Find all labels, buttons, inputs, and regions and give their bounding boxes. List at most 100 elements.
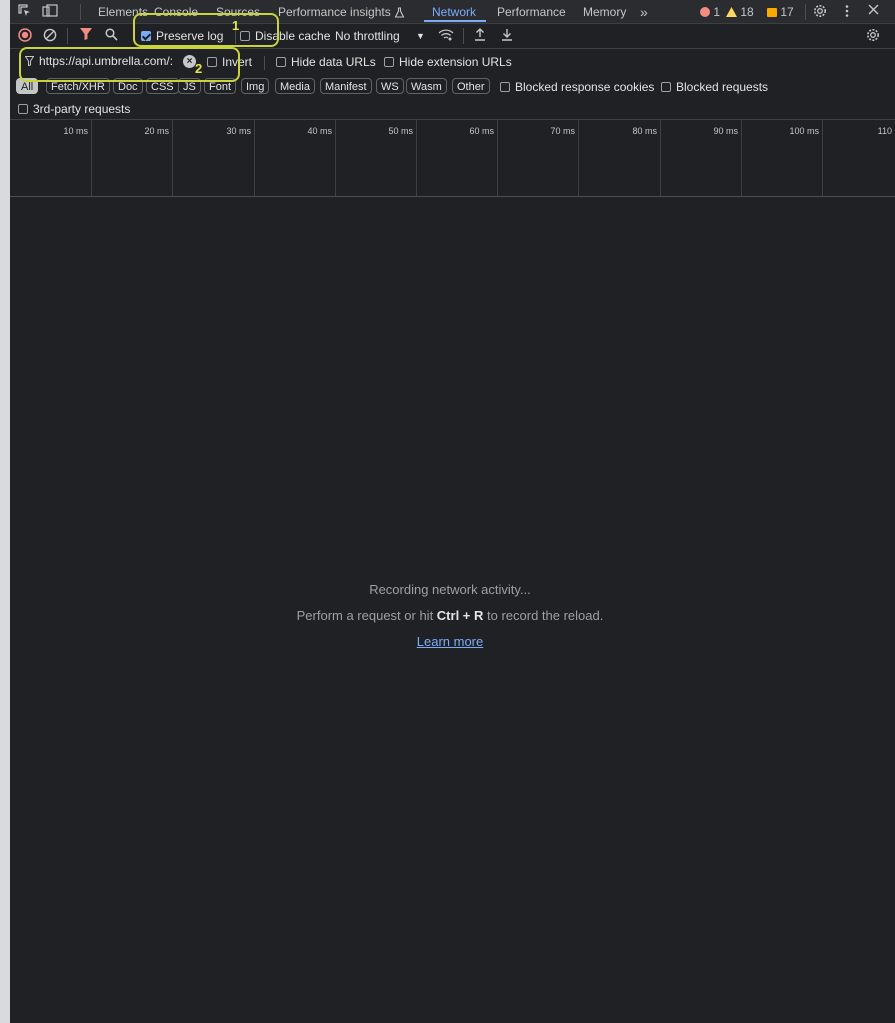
timeline-gridline (741, 120, 742, 196)
timeline-gridline (660, 120, 661, 196)
third-party-row: 3rd-party requests (10, 99, 895, 120)
tab-console[interactable]: Console (154, 4, 198, 20)
error-count: 1 (713, 5, 721, 19)
invert-checkbox[interactable]: Invert (207, 54, 252, 70)
type-chip-media[interactable]: Media (275, 78, 315, 94)
type-chip-font[interactable]: Font (204, 78, 237, 94)
disable-cache-checkbox[interactable]: Disable cache (240, 28, 330, 44)
reload-hint-prefix: Perform a request or hit (296, 608, 437, 623)
window-left-edge (0, 0, 10, 1023)
filter-input[interactable]: https://api.umbrella.com/: × (18, 52, 198, 72)
error-counter[interactable]: 1 (700, 4, 720, 20)
hide-extension-urls-label: Hide extension URLs (399, 55, 512, 69)
type-chip-fetch-xhr[interactable]: Fetch/XHR (46, 78, 110, 94)
type-chip-other[interactable]: Other (452, 78, 490, 94)
timeline-gridline (91, 120, 92, 196)
type-chip-ws[interactable]: WS (376, 78, 404, 94)
reload-hint-text: Perform a request or hit Ctrl + R to rec… (10, 606, 890, 626)
blocked-response-cookies-checkbox[interactable]: Blocked response cookies (500, 79, 654, 95)
hide-extension-urls-checkbox[interactable]: Hide extension URLs (384, 54, 512, 70)
network-toolbar: Preserve log Disable cache No throttling… (10, 24, 895, 49)
timeline-gridline (497, 120, 498, 196)
timeline-tick-label: 50 ms (388, 126, 413, 136)
blocked-response-cookies-check-icon (500, 82, 510, 92)
throttling-select[interactable]: No throttling (335, 28, 400, 44)
throttling-value: No throttling (335, 29, 400, 43)
learn-more-link[interactable]: Learn more (10, 632, 890, 652)
record-icon[interactable] (18, 28, 32, 44)
timeline-tick-label: 20 ms (144, 126, 169, 136)
recording-status-text: Recording network activity... (369, 582, 531, 597)
network-conditions-wifi-icon[interactable] (438, 28, 454, 44)
preserve-log-checkbox[interactable]: Preserve log (141, 28, 223, 44)
type-chip-manifest[interactable]: Manifest (320, 78, 372, 94)
tab-performance-insights[interactable]: Performance insights (278, 4, 405, 20)
devtools-panel: Elements Console Sources Performance ins… (10, 0, 895, 1023)
timeline-tick-label: 90 ms (713, 126, 738, 136)
annotation-number-1: 1 (232, 18, 240, 33)
inspect-element-icon[interactable] (18, 4, 32, 20)
warning-icon (726, 7, 737, 17)
filter-row: https://api.umbrella.com/: × Invert Hide… (10, 50, 895, 74)
invert-label: Invert (222, 55, 253, 69)
experiment-flask-icon (394, 7, 405, 18)
network-settings-gear-icon[interactable] (866, 28, 880, 44)
type-chip-all[interactable]: All (16, 78, 39, 94)
third-party-check-icon (18, 104, 28, 114)
blocked-requests-check-icon (661, 82, 671, 92)
timeline-overview[interactable]: 10 ms 20 ms 30 ms 40 ms 50 ms 60 ms 70 ms 80 ms… (10, 120, 895, 197)
warning-counter[interactable]: 18 (726, 4, 754, 20)
hide-data-urls-checkbox[interactable]: Hide data URLs (276, 54, 376, 70)
export-har-download-icon[interactable] (501, 28, 513, 44)
customize-menu-icon[interactable] (845, 4, 849, 20)
type-chip-img[interactable]: Img (241, 78, 270, 94)
invert-check-icon (207, 57, 217, 67)
more-tabs-button[interactable]: » (640, 4, 648, 20)
tab-network[interactable]: Network (432, 4, 476, 20)
disable-cache-label: Disable cache (255, 29, 331, 43)
type-chip-css[interactable]: CSS (146, 78, 179, 94)
tab-performance[interactable]: Performance (497, 4, 566, 20)
timeline-gridline (822, 120, 823, 196)
type-chip-wasm[interactable]: Wasm (406, 78, 447, 94)
settings-gear-icon[interactable] (813, 4, 827, 20)
preserve-log-label: Preserve log (156, 29, 224, 43)
import-har-upload-icon[interactable] (474, 28, 486, 44)
filter-input-value: https://api.umbrella.com/: (39, 54, 174, 68)
blocked-response-cookies-label: Blocked response cookies (515, 80, 655, 94)
clear-icon[interactable] (43, 28, 57, 44)
type-chip-doc[interactable]: Doc (113, 78, 143, 94)
annotation-number-2: 2 (195, 61, 203, 76)
issues-counter[interactable]: 17 (767, 4, 794, 20)
type-chip-js[interactable]: JS (178, 78, 201, 94)
warning-count: 18 (740, 5, 754, 19)
status-separator (805, 4, 806, 20)
issues-count: 17 (780, 5, 794, 19)
tab-elements[interactable]: Elements (98, 4, 148, 20)
blocked-requests-label: Blocked requests (676, 80, 769, 94)
timeline-tick-label: 30 ms (226, 126, 251, 136)
filter-separator (264, 56, 265, 70)
third-party-requests-label: 3rd-party requests (33, 102, 131, 116)
timeline-tick-label: 10 ms (63, 126, 88, 136)
timeline-tick-label: 80 ms (632, 126, 657, 136)
third-party-requests-checkbox[interactable]: 3rd-party requests (18, 101, 130, 117)
issues-icon (767, 8, 777, 17)
timeline-tick-label: 40 ms (307, 126, 332, 136)
timeline-tick-label: 110 (877, 126, 892, 136)
error-icon (700, 7, 710, 17)
blocked-requests-checkbox[interactable]: Blocked requests (661, 79, 768, 95)
timeline-tick-label: 100 ms (789, 126, 819, 136)
device-toolbar-icon[interactable] (42, 4, 58, 20)
close-icon[interactable] (868, 4, 879, 20)
filter-funnel-icon[interactable] (80, 28, 92, 44)
search-icon[interactable] (105, 28, 118, 44)
timeline-tick-label: 60 ms (469, 126, 494, 136)
preserve-log-check-icon (141, 31, 151, 41)
hide-extension-urls-check-icon (384, 57, 394, 67)
throttling-dropdown-icon[interactable]: ▼ (416, 28, 425, 44)
tab-memory[interactable]: Memory (583, 4, 626, 20)
timeline-gridline (172, 120, 173, 196)
reload-hint-suffix: to record the reload. (483, 608, 604, 623)
filter-input-funnel-icon (25, 56, 34, 66)
